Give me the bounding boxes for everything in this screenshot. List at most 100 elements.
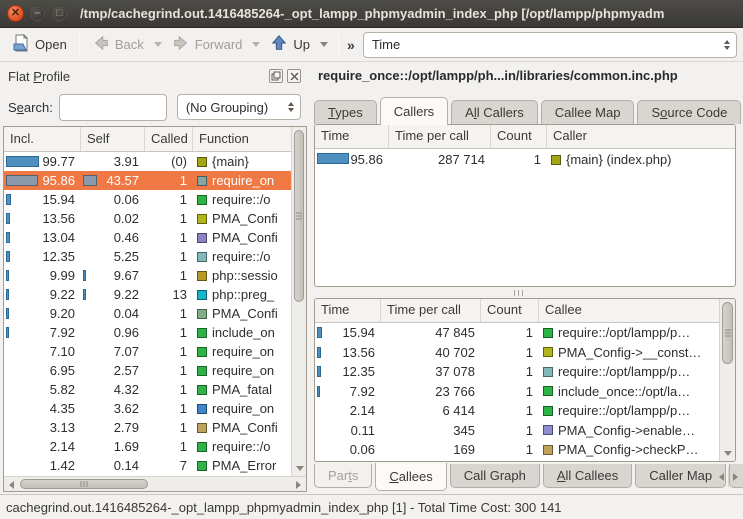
- up-dropdown-caret[interactable]: [320, 42, 328, 47]
- scrollbar-thumb[interactable]: [20, 479, 148, 489]
- column-header-count[interactable]: Count: [481, 299, 539, 322]
- table-row[interactable]: 2.141.691require::/o: [4, 437, 291, 456]
- up-button[interactable]: Up: [264, 31, 316, 58]
- function-color-icon: [197, 385, 207, 395]
- tab-callees[interactable]: Callees: [375, 463, 446, 491]
- column-header-callee[interactable]: Callee: [539, 299, 719, 322]
- toolbar-overflow-chevron[interactable]: »: [347, 37, 355, 53]
- search-input[interactable]: [59, 94, 167, 121]
- self-value: 0.46: [81, 228, 145, 247]
- column-header-time[interactable]: Time: [315, 125, 389, 148]
- flat-profile-vertical-scrollbar[interactable]: [291, 127, 306, 476]
- table-row[interactable]: 7.9223 7661include_once::/opt/la…: [315, 382, 719, 402]
- function-name: require::/o: [193, 190, 291, 209]
- table-row[interactable]: 9.200.041PMA_Confi: [4, 304, 291, 323]
- tab-scroll-right-button[interactable]: [728, 467, 741, 487]
- table-row[interactable]: 6.952.571require_on: [4, 361, 291, 380]
- table-row[interactable]: 99.773.91(0){main}: [4, 152, 291, 171]
- table-row[interactable]: 15.940.061require::/o: [4, 190, 291, 209]
- function-color-icon: [197, 347, 207, 357]
- tab-scroll-left-button[interactable]: [714, 467, 727, 487]
- table-row[interactable]: 3.132.791PMA_Confi: [4, 418, 291, 437]
- open-button[interactable]: Open: [6, 31, 73, 58]
- splitter-handle[interactable]: [514, 290, 523, 296]
- table-row[interactable]: 2.146 4141require::/opt/lampp/p…: [315, 401, 719, 421]
- column-header-count[interactable]: Count: [491, 125, 547, 148]
- column-header-time-per-call[interactable]: Time per call: [381, 299, 481, 322]
- incl-value: 13.56: [4, 209, 81, 228]
- grouping-value: (No Grouping): [186, 100, 268, 115]
- column-header-called[interactable]: Called: [145, 127, 193, 151]
- table-row[interactable]: 5.824.321PMA_fatal: [4, 380, 291, 399]
- table-row[interactable]: 1.420.147PMA_Error: [4, 456, 291, 475]
- table-row[interactable]: 13.560.021PMA_Confi: [4, 209, 291, 228]
- table-row[interactable]: 7.107.071require_on: [4, 342, 291, 361]
- flat-profile-horizontal-scrollbar[interactable]: [4, 476, 306, 491]
- table-row[interactable]: 4.353.621require_on: [4, 399, 291, 418]
- dock-close-button[interactable]: [287, 69, 301, 83]
- scroll-right-button[interactable]: [293, 479, 304, 490]
- event-type-combobox[interactable]: Time: [363, 32, 737, 58]
- scrollbar-thumb[interactable]: [294, 130, 304, 302]
- column-header-incl[interactable]: Incl.: [4, 127, 81, 151]
- grouping-combobox[interactable]: (No Grouping): [177, 94, 301, 120]
- column-header-self[interactable]: Self: [81, 127, 145, 151]
- table-row[interactable]: 0.113451PMA_Config->enable…: [315, 421, 719, 441]
- tab-callee-map[interactable]: Callee Map: [541, 100, 635, 124]
- back-button[interactable]: Back: [86, 31, 150, 58]
- tab-callers[interactable]: Callers: [380, 97, 448, 125]
- window-maximize-button[interactable]: □: [51, 5, 68, 22]
- column-header-function[interactable]: Function: [193, 127, 291, 151]
- tab-source-code[interactable]: Source Code: [637, 100, 741, 124]
- tab-all-callers[interactable]: All Callers: [451, 100, 538, 124]
- dock-float-button[interactable]: [269, 69, 283, 83]
- column-header-time-per-call[interactable]: Time per call: [389, 125, 491, 148]
- function-color-icon: [197, 442, 207, 452]
- window-minimize-button[interactable]: –: [29, 5, 46, 22]
- time-per-call-value: 37 078: [381, 362, 481, 382]
- self-value: 0.02: [81, 209, 145, 228]
- function-color-icon: [197, 366, 207, 376]
- forward-dropdown-caret[interactable]: [252, 42, 260, 47]
- called-value: 1: [145, 209, 193, 228]
- callees-vertical-scrollbar[interactable]: [719, 299, 735, 461]
- table-row[interactable]: 7.920.961include_on: [4, 323, 291, 342]
- table-row[interactable]: 12.3537 0781require::/opt/lampp/p…: [315, 362, 719, 382]
- function-name: require_on: [193, 361, 291, 380]
- tab-parts[interactable]: Parts: [314, 464, 372, 488]
- count-value: 1: [481, 343, 539, 363]
- table-row[interactable]: 13.040.461PMA_Confi: [4, 228, 291, 247]
- called-value: (0): [145, 152, 193, 171]
- table-row[interactable]: 12.355.251require::/o: [4, 247, 291, 266]
- back-dropdown-caret[interactable]: [154, 42, 162, 47]
- self-value: 2.79: [81, 418, 145, 437]
- table-row[interactable]: 95.8643.571require_on: [4, 171, 291, 190]
- tab-call-graph[interactable]: Call Graph: [450, 464, 540, 488]
- scrollbar-thumb[interactable]: [722, 302, 733, 364]
- column-header-time[interactable]: Time: [315, 299, 381, 322]
- tab-all-callees[interactable]: All Callees: [543, 464, 632, 488]
- tab-types[interactable]: Types: [314, 100, 377, 124]
- table-row[interactable]: 0.061691PMA_Config->checkP…: [315, 440, 719, 460]
- callees-header: Time Time per call Count Callee: [315, 299, 719, 323]
- forward-button[interactable]: Forward: [166, 31, 249, 58]
- table-row[interactable]: 9.999.671php::sessio: [4, 266, 291, 285]
- window-title: /tmp/cachegrind.out.1416485264-_opt_lamp…: [80, 6, 664, 21]
- column-header-caller[interactable]: Caller: [547, 125, 735, 148]
- window-close-button[interactable]: ✕: [7, 5, 24, 22]
- self-value: 43.57: [81, 171, 145, 190]
- scroll-left-button[interactable]: [6, 479, 17, 490]
- called-value: 1: [145, 247, 193, 266]
- dock-title: Flat Profile: [8, 69, 70, 84]
- table-row[interactable]: 9.229.2213php::preg_: [4, 285, 291, 304]
- scroll-down-button[interactable]: [722, 448, 733, 459]
- table-row[interactable]: 13.5640 7021PMA_Config->__const…: [315, 343, 719, 363]
- scroll-down-button[interactable]: [294, 463, 305, 474]
- table-row[interactable]: 15.9447 8451require::/opt/lampp/p…: [315, 323, 719, 343]
- function-name: PMA_Confi: [193, 209, 291, 228]
- called-value: 1: [145, 228, 193, 247]
- time-value: 15.94: [315, 323, 381, 343]
- function-name: PMA_fatal: [193, 380, 291, 399]
- tab-caller-map[interactable]: Caller Map: [635, 464, 726, 488]
- table-row[interactable]: 95.86287 7141{main} (index.php): [315, 149, 735, 170]
